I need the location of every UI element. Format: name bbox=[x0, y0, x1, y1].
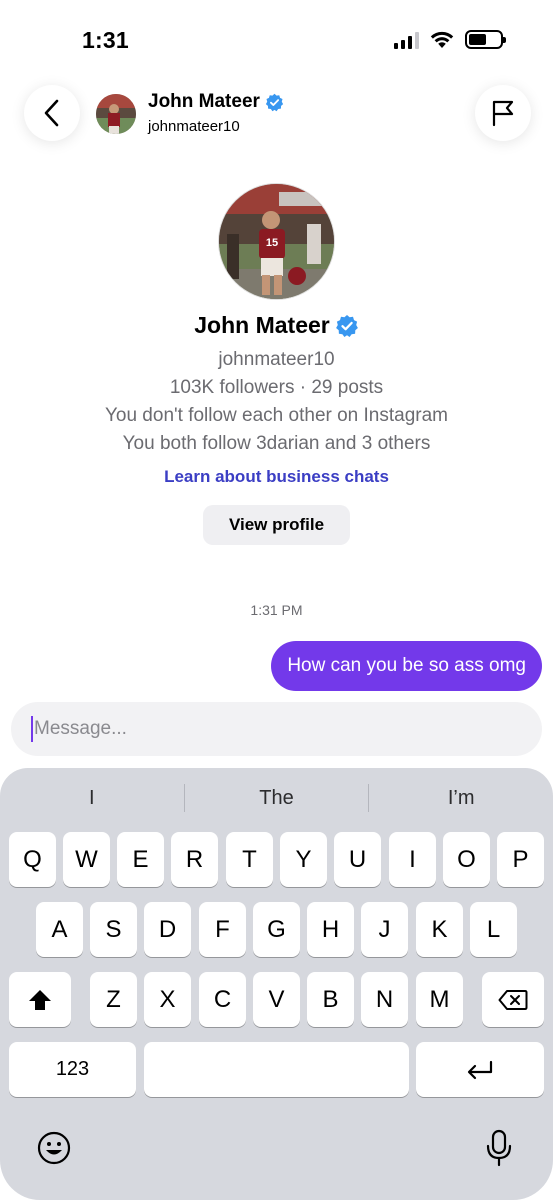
status-bar: 1:31 bbox=[0, 0, 553, 80]
key-u[interactable]: U bbox=[334, 832, 381, 887]
header-name[interactable]: John Mateer bbox=[148, 91, 284, 113]
key-n[interactable]: N bbox=[361, 972, 408, 1027]
key-o[interactable]: O bbox=[443, 832, 490, 887]
profile-handle: johnmateer10 bbox=[218, 349, 335, 370]
key-m[interactable]: M bbox=[416, 972, 463, 1027]
key-f[interactable]: F bbox=[199, 902, 246, 957]
key-q[interactable]: Q bbox=[9, 832, 56, 887]
wifi-icon bbox=[430, 31, 454, 48]
view-profile-button[interactable]: View profile bbox=[203, 505, 350, 545]
shift-icon bbox=[29, 989, 51, 1010]
status-time: 1:31 bbox=[82, 27, 129, 53]
key-z[interactable]: Z bbox=[90, 972, 137, 1027]
suggestion-item[interactable]: I bbox=[0, 784, 184, 812]
key-b[interactable]: B bbox=[307, 972, 354, 1027]
microphone-icon bbox=[486, 1129, 512, 1167]
profile-name: John Mateer bbox=[0, 312, 553, 339]
header-avatar[interactable] bbox=[96, 94, 136, 134]
learn-business-chats-link[interactable]: Learn about business chats bbox=[0, 467, 553, 487]
profile-avatar[interactable]: 15 bbox=[218, 183, 335, 300]
space-key[interactable] bbox=[144, 1042, 409, 1097]
header-handle: johnmateer10 bbox=[148, 118, 240, 135]
key-e[interactable]: E bbox=[117, 832, 164, 887]
backspace-icon bbox=[498, 989, 528, 1010]
key-p[interactable]: P bbox=[497, 832, 544, 887]
key-y[interactable]: Y bbox=[280, 832, 327, 887]
key-l[interactable]: L bbox=[470, 902, 517, 957]
header-name-text: John Mateer bbox=[148, 91, 260, 112]
battery-icon bbox=[465, 30, 506, 49]
key-r[interactable]: R bbox=[171, 832, 218, 887]
flag-icon bbox=[492, 100, 514, 127]
chevron-left-icon bbox=[44, 99, 59, 127]
verified-badge-icon bbox=[265, 93, 284, 111]
suggestion-item[interactable]: The bbox=[185, 784, 369, 812]
key-c[interactable]: C bbox=[199, 972, 246, 1027]
message-timestamp: 1:31 PM bbox=[250, 602, 303, 618]
profile-name-text: John Mateer bbox=[194, 312, 330, 338]
message-composer[interactable] bbox=[11, 702, 542, 756]
emoji-icon bbox=[37, 1131, 71, 1165]
onscreen-keyboard: I The I’m Q W E R T Y U I O P A S D F G … bbox=[0, 768, 553, 1200]
mutual-followers-text: You both follow 3darian and 3 others bbox=[122, 433, 431, 454]
message-input[interactable] bbox=[34, 718, 504, 740]
key-v[interactable]: V bbox=[253, 972, 300, 1027]
key-d[interactable]: D bbox=[144, 902, 191, 957]
suggestion-bar: I The I’m bbox=[0, 768, 553, 828]
key-g[interactable]: G bbox=[253, 902, 300, 957]
key-i[interactable]: I bbox=[389, 832, 436, 887]
key-x[interactable]: X bbox=[144, 972, 191, 1027]
text-caret bbox=[31, 716, 33, 742]
key-s[interactable]: S bbox=[90, 902, 137, 957]
return-icon bbox=[467, 1060, 493, 1079]
emoji-keyboard-button[interactable] bbox=[32, 1126, 76, 1170]
numbers-key[interactable]: 123 bbox=[9, 1042, 136, 1097]
profile-stats: 103K followers · 29 posts bbox=[169, 377, 384, 398]
back-button[interactable] bbox=[24, 85, 80, 141]
key-w[interactable]: W bbox=[63, 832, 110, 887]
key-a[interactable]: A bbox=[36, 902, 83, 957]
sent-message-bubble[interactable]: How can you be so ass omg bbox=[271, 641, 542, 691]
shift-key[interactable] bbox=[9, 972, 71, 1027]
delete-key[interactable] bbox=[482, 972, 544, 1027]
cellular-signal-icon bbox=[394, 31, 419, 49]
dictation-button[interactable] bbox=[477, 1126, 521, 1170]
learn-link-label[interactable]: Learn about business chats bbox=[164, 467, 389, 486]
chat-header: John Mateer johnmateer10 bbox=[0, 82, 553, 142]
status-icons bbox=[394, 30, 506, 49]
suggestion-item[interactable]: I’m bbox=[369, 784, 553, 812]
verified-badge-icon bbox=[335, 314, 358, 337]
report-flag-button[interactable] bbox=[475, 85, 531, 141]
key-k[interactable]: K bbox=[416, 902, 463, 957]
follow-status-text: You don't follow each other on Instagram bbox=[104, 405, 449, 426]
return-key[interactable] bbox=[416, 1042, 544, 1097]
svg-text:15: 15 bbox=[266, 237, 278, 249]
key-h[interactable]: H bbox=[307, 902, 354, 957]
key-t[interactable]: T bbox=[226, 832, 273, 887]
key-j[interactable]: J bbox=[361, 902, 408, 957]
